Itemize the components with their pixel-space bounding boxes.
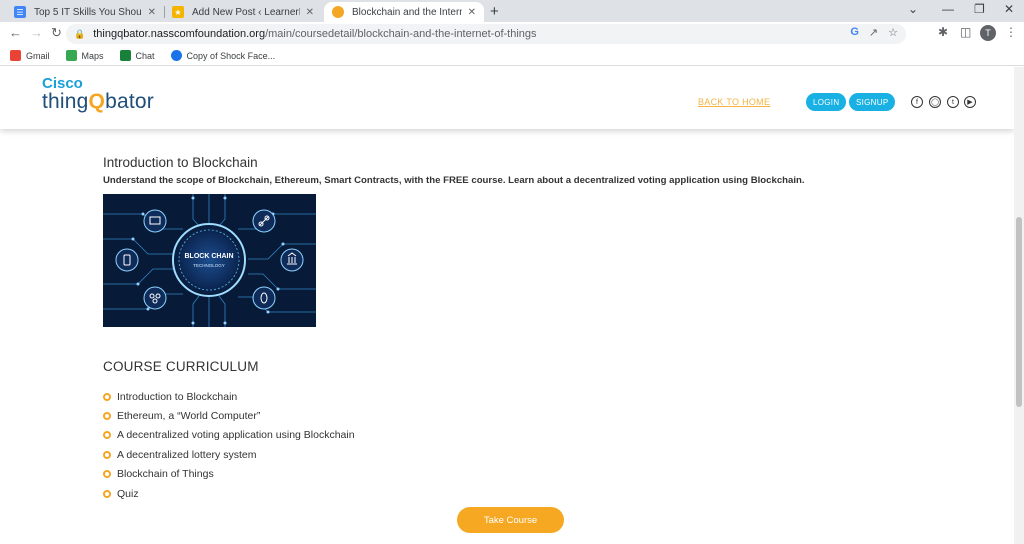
chat-icon — [119, 50, 131, 61]
side-panel-icon[interactable]: ◫ — [960, 25, 971, 39]
close-icon[interactable]: ✕ — [306, 7, 314, 18]
circle-bullet-icon — [103, 412, 111, 421]
browser-tab-1[interactable]: ☰ Top 5 IT Skills You Should Learn t ✕ — [6, 2, 164, 22]
curriculum-heading: COURSE CURRICULUM — [103, 359, 259, 374]
bookmark-gmail[interactable]: Gmail — [10, 50, 50, 61]
youtube-icon[interactable]: ▶ — [964, 96, 976, 108]
banner-text-1: BLOCK CHAIN — [185, 253, 234, 260]
circle-bullet-icon — [103, 489, 111, 498]
web-page: Cisco thingQbator BACK TO HOME LOGIN SIG… — [0, 67, 1014, 544]
instagram-icon[interactable]: ◯ — [929, 96, 941, 108]
learnermap-icon: ★ — [172, 6, 184, 18]
browser-tab-strip: ☰ Top 5 IT Skills You Should Learn t ✕ ★… — [0, 0, 1024, 22]
bookmark-chat[interactable]: Chat — [119, 50, 155, 61]
twitter-icon[interactable]: t — [947, 96, 959, 108]
docs-icon: ☰ — [14, 6, 26, 18]
back-to-home-link[interactable]: BACK TO HOME — [698, 97, 770, 107]
bookmark-star-icon[interactable]: ☆ — [888, 26, 898, 39]
login-button[interactable]: LOGIN — [806, 93, 847, 111]
browser-tab-2[interactable]: ★ Add New Post ‹ LearnerMap — W ✕ — [164, 2, 322, 22]
restore-icon[interactable]: ❐ — [974, 2, 985, 16]
list-item: Quiz — [103, 484, 355, 503]
curriculum-list: Introduction to Blockchain Ethereum, a “… — [103, 387, 355, 503]
blockchain-banner-image: BLOCK CHAIN TECHNOLOGY — [103, 194, 316, 327]
gmail-icon — [10, 50, 21, 61]
bookmark-label: Maps — [81, 50, 104, 61]
banner-text-2: TECHNOLOGY — [193, 263, 225, 268]
scrollbar-thumb[interactable] — [1016, 217, 1022, 407]
menu-kebab-icon[interactable]: ⋮ — [1005, 25, 1017, 39]
browser-toolbar: ← → ↻ 🔒 thingqbator.nasscomfoundation.or… — [0, 22, 1024, 46]
tab-title: Add New Post ‹ LearnerMap — W — [192, 6, 300, 18]
close-icon[interactable]: ✕ — [468, 7, 476, 18]
doc-icon — [170, 50, 182, 61]
address-bar[interactable]: 🔒 thingqbator.nasscomfoundation.org/main… — [66, 24, 906, 44]
list-item: A decentralized voting application using… — [103, 426, 355, 445]
close-icon[interactable]: ✕ — [148, 7, 156, 18]
reload-icon[interactable]: ↻ — [51, 25, 62, 41]
thingqbator-icon — [332, 6, 344, 18]
thingqbator-logo[interactable]: Cisco thingQbator — [42, 75, 154, 113]
bookmarks-bar: Gmail Maps Chat Copy of Shock Face... — [0, 46, 1024, 66]
take-course-button[interactable]: Take Course — [457, 507, 564, 533]
tab-search-icon[interactable]: ⌄ — [908, 2, 918, 16]
course-subtitle: Understand the scope of Blockchain, Ethe… — [103, 175, 805, 186]
minimize-icon[interactable]: — — [942, 2, 954, 16]
site-header: Cisco thingQbator BACK TO HOME LOGIN SIG… — [0, 67, 1014, 129]
circle-bullet-icon — [103, 470, 111, 479]
facebook-icon[interactable]: f — [911, 96, 923, 108]
extensions-icon[interactable]: ✱ — [938, 25, 948, 39]
list-item: Introduction to Blockchain — [103, 387, 355, 406]
bookmark-label: Chat — [135, 50, 155, 61]
bookmark-maps[interactable]: Maps — [65, 50, 104, 61]
list-item: A decentralized lottery system — [103, 445, 355, 464]
signup-button[interactable]: SIGNUP — [849, 93, 896, 111]
share-icon[interactable]: ↗ — [869, 26, 878, 39]
profile-avatar[interactable]: T — [980, 25, 996, 41]
circle-bullet-icon — [103, 392, 111, 401]
browser-tab-3-active[interactable]: Blockchain and the Internet of Thi ✕ — [324, 2, 484, 22]
tab-title: Top 5 IT Skills You Should Learn t — [34, 6, 142, 18]
list-item: Ethereum, a “World Computer” — [103, 406, 355, 425]
maps-icon — [65, 50, 77, 61]
window-close-icon[interactable]: ✕ — [1004, 2, 1014, 16]
back-arrow-icon[interactable]: ← — [9, 25, 22, 40]
url-host: thingqbator.nasscomfoundation.org — [93, 28, 266, 40]
bookmark-shock-face[interactable]: Copy of Shock Face... — [170, 50, 276, 61]
google-icon[interactable]: G — [850, 26, 859, 39]
forward-arrow-icon[interactable]: → — [30, 25, 43, 40]
bookmark-label: Copy of Shock Face... — [186, 50, 276, 61]
circle-bullet-icon — [103, 431, 111, 440]
new-tab-icon[interactable]: + — [490, 3, 499, 20]
list-item: Blockchain of Things — [103, 465, 355, 484]
tab-title: Blockchain and the Internet of Thi — [352, 6, 462, 18]
circle-bullet-icon — [103, 450, 111, 459]
lock-icon[interactable]: 🔒 — [74, 29, 85, 40]
url-path: /main/coursedetail/blockchain-and-the-in… — [265, 28, 537, 40]
logo-wordmark: thingQbator — [42, 90, 154, 113]
course-title: Introduction to Blockchain — [103, 155, 258, 170]
page-scrollbar[interactable] — [1014, 67, 1024, 544]
bookmark-label: Gmail — [26, 50, 50, 61]
logo-brand: Cisco — [42, 75, 83, 92]
